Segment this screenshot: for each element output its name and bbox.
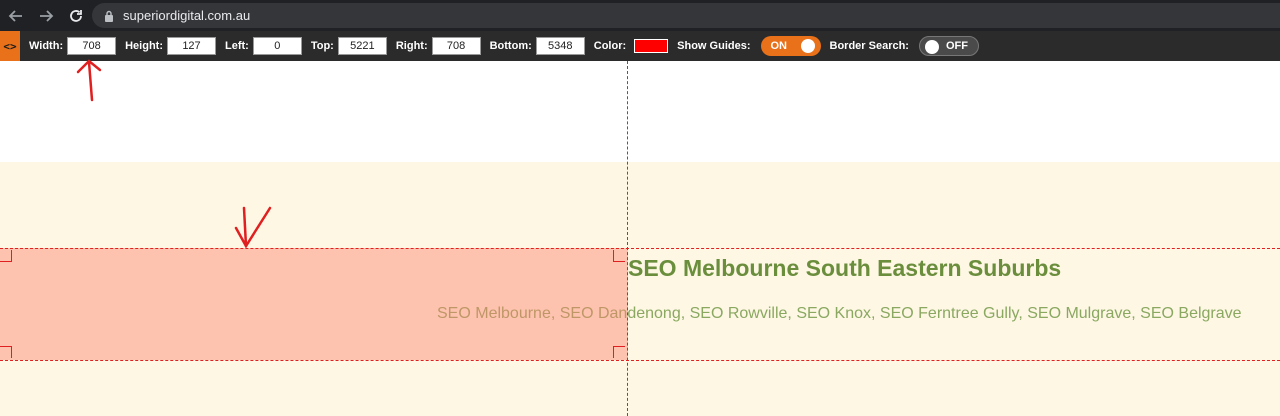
corner-handle[interactable] <box>613 250 625 262</box>
left-input[interactable]: 0 <box>252 37 302 55</box>
guide-line-top <box>0 248 1280 249</box>
show-guides-state: ON <box>770 40 788 52</box>
corner-handle[interactable] <box>0 250 12 262</box>
separator: , <box>787 305 797 322</box>
seo-heading: SEO Melbourne South Eastern Suburbs <box>628 255 1062 281</box>
toggle-knob <box>924 40 939 54</box>
reload-icon <box>70 9 82 22</box>
bottom-label: Bottom: <box>489 40 532 52</box>
seo-link-knox[interactable]: SEO Knox <box>796 305 871 322</box>
top-input[interactable]: 5221 <box>337 37 387 55</box>
arrow-right-icon <box>40 9 54 22</box>
lock-icon <box>105 10 113 22</box>
width-field: Width: 708 <box>29 37 117 55</box>
arrow-left-icon <box>8 9 22 22</box>
separator: , <box>1131 305 1141 322</box>
browser-toolbar: superiordigital.com.au <box>0 0 1280 31</box>
guide-line-right <box>627 61 628 416</box>
bottom-field: Bottom: 5348 <box>490 37 585 55</box>
guide-line-bottom <box>0 360 1280 361</box>
color-label: Color: <box>593 40 627 52</box>
left-field: Left: 0 <box>225 37 302 55</box>
show-guides-label: Show Guides: <box>677 40 751 52</box>
address-bar[interactable]: superiordigital.com.au <box>92 3 1280 28</box>
corner-handle[interactable] <box>0 346 12 358</box>
separator: , <box>680 305 690 322</box>
color-swatch[interactable] <box>634 39 669 53</box>
right-field: Right: 708 <box>396 37 481 55</box>
right-label: Right: <box>395 40 428 52</box>
color-field: Color: <box>593 39 669 53</box>
seo-link-rowville[interactable]: SEO Rowville <box>690 305 788 322</box>
border-search-toggle[interactable]: OFF <box>918 36 979 56</box>
corner-handle[interactable] <box>613 346 625 358</box>
width-input[interactable]: 708 <box>67 37 117 55</box>
separator: , <box>1018 305 1028 322</box>
annotation-arrow-down-icon <box>234 206 272 249</box>
forward-button[interactable] <box>32 2 60 30</box>
height-label: Height: <box>125 40 163 52</box>
code-icon[interactable]: <> <box>0 31 20 61</box>
ruler-toolbar: <> Width: 708 Height: 127 Left: 0 Top: 5… <box>0 31 1280 61</box>
border-search-label: Border Search: <box>829 40 909 52</box>
right-input[interactable]: 708 <box>431 37 481 55</box>
annotation-arrow-up-icon <box>76 59 102 102</box>
url-text: superiordigital.com.au <box>123 8 251 23</box>
top-label: Top: <box>310 40 334 52</box>
seo-link-belgrave[interactable]: SEO Belgrave <box>1140 305 1241 322</box>
border-search-state: OFF <box>945 40 968 52</box>
left-label: Left: <box>225 40 249 52</box>
seo-link-ferntree-gully[interactable]: SEO Ferntree Gully <box>880 305 1018 322</box>
height-input[interactable]: 127 <box>167 37 216 55</box>
reload-button[interactable] <box>62 2 90 30</box>
separator: , <box>871 305 880 322</box>
top-field: Top: 5221 <box>311 37 387 55</box>
height-field: Height: 127 <box>125 37 216 55</box>
page-white-section <box>0 61 1280 162</box>
width-label: Width: <box>29 40 64 52</box>
toggle-knob <box>800 39 815 53</box>
back-button[interactable] <box>2 2 30 30</box>
show-guides-toggle[interactable]: ON <box>760 36 821 56</box>
seo-link-mulgrave[interactable]: SEO Mulgrave <box>1027 305 1131 322</box>
show-guides-field: Show Guides: ON <box>677 36 821 56</box>
measured-selection[interactable] <box>0 248 628 360</box>
border-search-field: Border Search: OFF <box>830 36 979 56</box>
bottom-input[interactable]: 5348 <box>535 37 585 55</box>
